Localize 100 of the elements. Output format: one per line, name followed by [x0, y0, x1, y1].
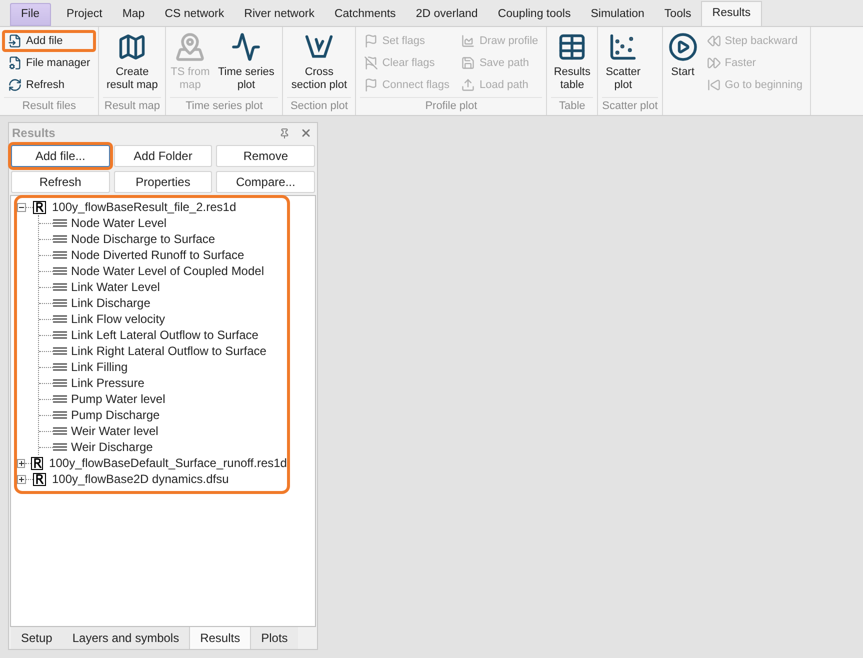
data-item-icon	[53, 315, 67, 323]
data-item-icon	[53, 427, 67, 435]
tree-item[interactable]: Link Left Lateral Outflow to Surface	[71, 326, 258, 344]
tree-item[interactable]: Link Discharge	[71, 294, 150, 312]
tree-item[interactable]: Weir Discharge	[71, 438, 153, 456]
skip-back-icon	[706, 78, 721, 92]
panel-button[interactable]: Add file...	[11, 145, 110, 167]
upload-icon	[461, 78, 476, 92]
panel-button[interactable]: Add Folder	[114, 145, 212, 167]
panel-tab[interactable]: Setup	[11, 627, 62, 649]
rewind-icon	[706, 34, 721, 48]
data-item-icon	[53, 363, 67, 371]
data-item-icon	[53, 219, 67, 227]
panel-button[interactable]: Properties	[114, 171, 212, 193]
data-item-icon	[53, 283, 67, 291]
ribbon-button[interactable]: Add file	[2, 30, 96, 52]
flag-icon	[364, 78, 378, 92]
tree-item[interactable]: 100y_flowBaseResult_file_2.res1d	[52, 198, 236, 216]
group-label: Profile plot	[360, 97, 542, 115]
data-item-icon	[53, 251, 67, 259]
tree-item[interactable]: Link Filling	[71, 358, 128, 376]
map-icon	[117, 32, 148, 62]
group-label: Result map	[103, 97, 162, 115]
tree-item[interactable]: Weir Water level	[71, 422, 158, 440]
panel-button[interactable]: Refresh	[11, 171, 110, 193]
ribbon-button[interactable]: Time series plot	[212, 30, 280, 97]
tree-item[interactable]: Pump Water level	[71, 390, 166, 408]
expand-toggle[interactable]	[17, 474, 26, 484]
file-gear-icon	[8, 56, 22, 70]
data-item-icon	[53, 395, 67, 403]
save-icon	[461, 56, 476, 70]
panel-button[interactable]: Remove	[216, 145, 315, 167]
ribbon-button[interactable]: Cross section plot	[285, 30, 354, 97]
tree-item[interactable]: Link Flow velocity	[71, 310, 166, 328]
menu-tab[interactable]: Map	[112, 3, 155, 26]
menu-tab[interactable]: 2D overland	[406, 3, 488, 26]
data-item-icon	[53, 299, 67, 307]
ribbon-button[interactable]: Start	[664, 30, 701, 97]
close-icon[interactable]	[300, 127, 312, 139]
flag-off-icon	[364, 56, 378, 70]
expand-toggle[interactable]	[17, 458, 26, 468]
menu-tab[interactable]: Tools	[654, 3, 702, 26]
tree-item[interactable]: Node Discharge to Surface	[71, 230, 216, 248]
scatter-chart-icon	[608, 32, 638, 62]
data-item-icon	[53, 443, 67, 451]
ribbon-button[interactable]: Scatter plot	[600, 30, 646, 97]
ribbon-button[interactable]: Refresh	[2, 74, 96, 96]
table-icon	[557, 32, 588, 62]
tree-item[interactable]: Node Water Level of Coupled Model	[71, 262, 264, 280]
data-item-icon	[53, 267, 67, 275]
menu-tab[interactable]: Simulation	[580, 3, 654, 26]
flag-icon	[364, 34, 378, 48]
map-pin-icon	[175, 32, 206, 62]
play-icon	[668, 32, 698, 62]
tree-item[interactable]: Pump Discharge	[71, 406, 160, 424]
group-label: Result files	[4, 97, 94, 115]
result-file-icon	[31, 456, 44, 470]
area-chart-icon	[461, 34, 476, 48]
panel-tab[interactable]: Layers and symbols	[62, 627, 190, 649]
tree-item[interactable]: Node Diverted Runoff to Surface	[71, 246, 244, 264]
file-icon	[8, 34, 22, 48]
result-file-icon	[33, 200, 46, 214]
group-label: Scatter plot	[602, 97, 658, 115]
menu-tab[interactable]: CS network	[154, 3, 234, 26]
tree-item[interactable]: 100y_flowBase2D dynamics.dfsu	[52, 470, 229, 488]
pin-icon[interactable]	[279, 128, 290, 138]
menu-tab[interactable]: Results	[701, 1, 762, 26]
panel-tab[interactable]: Results	[189, 627, 252, 649]
menu-tab[interactable]: Coupling tools	[488, 3, 581, 26]
tree-item[interactable]: 100y_flowBaseDefault_Surface_runoff.res1d	[49, 454, 287, 472]
plus-icon	[19, 476, 24, 482]
collapse-toggle[interactable]	[17, 202, 26, 212]
data-item-icon	[53, 379, 67, 387]
menu-tab[interactable]: File	[10, 3, 51, 26]
menu-tab[interactable]: River network	[234, 3, 324, 26]
menu-tab[interactable]: Catchments	[324, 3, 406, 26]
tree-item[interactable]: Link Pressure	[71, 374, 144, 392]
group-label: Table	[551, 97, 594, 115]
data-item-icon	[53, 235, 67, 243]
panel-button[interactable]: Compare...	[216, 171, 315, 193]
menu-tab[interactable]: Project	[56, 3, 112, 26]
panel-tab[interactable]: Plots	[251, 627, 298, 649]
data-item-icon	[53, 411, 67, 419]
ribbon-button[interactable]: Create result map	[101, 30, 164, 97]
plus-icon	[18, 460, 24, 466]
group-label: Section plot	[287, 97, 352, 115]
tree-item[interactable]: Node Water Level	[71, 214, 167, 232]
data-item-icon	[53, 331, 67, 339]
line-chart-icon	[231, 32, 262, 62]
tree-item[interactable]: Link Right Lateral Outflow to Surface	[71, 342, 266, 360]
group-label: Time series plot	[170, 97, 278, 115]
result-file-icon	[33, 472, 46, 486]
ribbon-button[interactable]: File manager	[2, 52, 96, 74]
data-item-icon	[53, 347, 67, 355]
refresh-icon	[8, 78, 22, 92]
ribbon-button[interactable]: Results table	[549, 30, 596, 97]
tree-item[interactable]: Link Water Level	[71, 278, 160, 296]
minus-icon	[19, 204, 24, 210]
fast-forward-icon	[706, 56, 721, 70]
panel-title: Results	[12, 125, 56, 142]
